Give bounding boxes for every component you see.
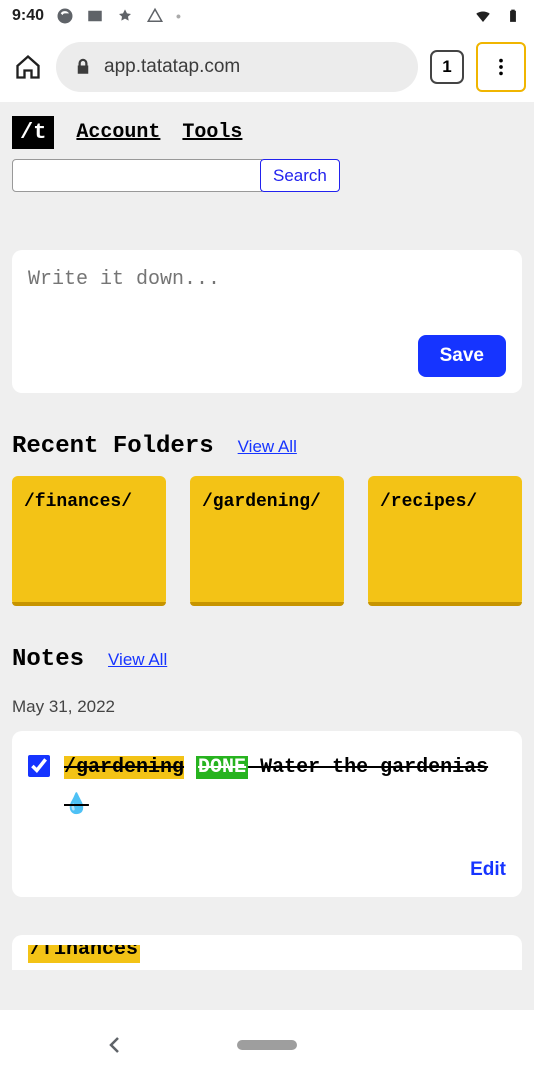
notes-title: Notes (12, 646, 84, 673)
tab-switcher[interactable]: 1 (430, 50, 464, 84)
tab-count-value: 1 (442, 57, 451, 77)
gmail-icon (86, 7, 104, 25)
site-logo[interactable]: /t (12, 116, 54, 149)
search-button[interactable]: Search (260, 159, 340, 192)
back-button[interactable] (103, 1033, 127, 1057)
lock-icon (74, 58, 92, 76)
note-card: /finances (12, 935, 522, 970)
compose-textarea[interactable] (28, 268, 506, 314)
folder-recipes[interactable]: /recipes/ (368, 476, 522, 606)
recent-folders-header: Recent Folders View All (0, 393, 534, 476)
search-input[interactable] (12, 159, 262, 192)
note-checkbox[interactable] (28, 755, 50, 777)
battery-icon (504, 7, 522, 25)
compose-card: Save (12, 250, 522, 393)
notes-header: Notes View All (0, 606, 534, 689)
google-icon (56, 7, 74, 25)
notes-date: May 31, 2022 (0, 689, 534, 731)
folder-gardening[interactable]: /gardening/ (190, 476, 344, 606)
android-status-bar: 9:40 • (0, 0, 534, 32)
wifi-icon (474, 7, 492, 25)
note-emoji: 💧 (64, 794, 89, 817)
status-time: 9:40 (12, 7, 44, 25)
home-pill[interactable] (237, 1040, 297, 1050)
nav-account[interactable]: Account (76, 121, 160, 144)
folder-label: /finances/ (24, 492, 132, 512)
url-bar[interactable]: app.tatatap.com (56, 42, 418, 92)
location-icon (116, 7, 134, 25)
page-content: /t Account Tools Search Save Recent Fold… (0, 102, 534, 1010)
note-status: DONE (196, 756, 248, 779)
note-text: /gardening DONE Water the gardenias 💧 (64, 749, 506, 825)
note-card: /gardening DONE Water the gardenias 💧 Edi… (12, 731, 522, 897)
notes-view-all[interactable]: View All (108, 650, 167, 670)
android-nav-bar (0, 1010, 534, 1080)
recent-folders-view-all[interactable]: View All (238, 437, 297, 457)
url-text: app.tatatap.com (104, 56, 240, 78)
save-button[interactable]: Save (418, 335, 506, 377)
note-tag[interactable]: /gardening (64, 756, 184, 779)
status-dot: • (176, 8, 181, 24)
browser-menu-button[interactable] (476, 42, 526, 92)
browser-chrome: app.tatatap.com 1 (0, 32, 534, 102)
recent-folders-title: Recent Folders (12, 433, 214, 460)
note-body-text: Water the gardenias (248, 756, 488, 779)
folder-finances[interactable]: /finances/ (12, 476, 166, 606)
folder-label: /recipes/ (380, 492, 477, 512)
edit-button[interactable]: Edit (470, 859, 506, 881)
folder-label: /gardening/ (202, 492, 321, 512)
home-button[interactable] (8, 47, 48, 87)
search-row: Search (0, 159, 534, 210)
site-header: /t Account Tools (0, 102, 534, 159)
note-tag[interactable]: /finances (28, 945, 140, 963)
nav-tools[interactable]: Tools (182, 121, 242, 144)
drive-icon (146, 7, 164, 25)
folders-row: /finances/ /gardening/ /recipes/ (0, 476, 534, 606)
